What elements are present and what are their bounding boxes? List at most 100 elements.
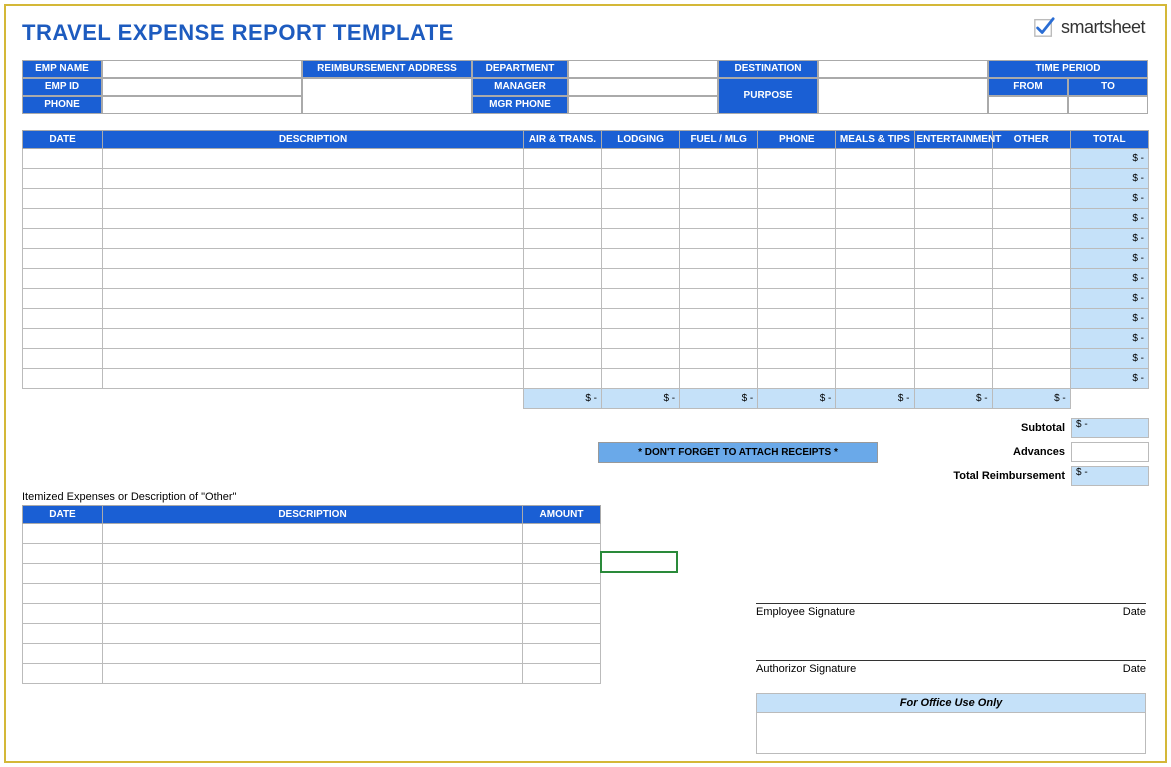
table-cell[interactable] (914, 269, 992, 289)
mgr-phone-value[interactable] (568, 96, 718, 114)
table-cell[interactable] (836, 229, 914, 249)
table-cell[interactable] (103, 229, 524, 249)
table-cell[interactable] (680, 149, 758, 169)
table-cell[interactable] (680, 169, 758, 189)
table-cell[interactable] (523, 564, 601, 584)
table-cell[interactable] (23, 209, 103, 229)
purpose-value[interactable] (818, 78, 988, 114)
table-cell[interactable] (23, 624, 103, 644)
table-cell[interactable] (992, 189, 1070, 209)
table-cell[interactable] (914, 149, 992, 169)
table-cell[interactable] (523, 349, 601, 369)
table-cell[interactable] (992, 169, 1070, 189)
table-cell[interactable] (836, 369, 914, 389)
table-cell[interactable] (680, 309, 758, 329)
table-cell[interactable] (602, 269, 680, 289)
table-cell[interactable] (103, 369, 524, 389)
table-cell[interactable] (992, 309, 1070, 329)
table-cell[interactable] (992, 289, 1070, 309)
table-cell[interactable] (103, 349, 524, 369)
table-cell[interactable] (992, 229, 1070, 249)
table-cell[interactable] (523, 329, 601, 349)
table-cell[interactable] (23, 604, 103, 624)
table-cell[interactable] (758, 369, 836, 389)
table-cell[interactable] (23, 169, 103, 189)
table-cell[interactable] (836, 209, 914, 229)
table-cell[interactable] (23, 289, 103, 309)
advances-value[interactable] (1071, 442, 1149, 462)
office-use-body[interactable] (757, 713, 1145, 753)
table-cell[interactable] (523, 604, 601, 624)
table-cell[interactable] (103, 249, 524, 269)
table-cell[interactable] (523, 209, 601, 229)
table-cell[interactable] (103, 604, 523, 624)
to-value[interactable] (1068, 96, 1148, 114)
table-cell[interactable] (992, 149, 1070, 169)
table-cell[interactable] (992, 349, 1070, 369)
table-cell[interactable] (758, 229, 836, 249)
table-cell[interactable] (103, 149, 524, 169)
table-cell[interactable] (523, 189, 601, 209)
emp-name-value[interactable] (102, 60, 302, 78)
table-cell[interactable] (103, 169, 524, 189)
table-cell[interactable] (758, 349, 836, 369)
table-cell[interactable] (23, 564, 103, 584)
from-value[interactable] (988, 96, 1068, 114)
table-cell[interactable] (836, 189, 914, 209)
table-cell[interactable] (836, 289, 914, 309)
table-cell[interactable] (602, 369, 680, 389)
table-cell[interactable] (523, 544, 601, 564)
table-cell[interactable] (914, 189, 992, 209)
table-cell[interactable] (836, 169, 914, 189)
table-cell[interactable] (602, 249, 680, 269)
table-cell[interactable] (103, 309, 524, 329)
table-cell[interactable] (836, 309, 914, 329)
table-cell[interactable] (103, 329, 524, 349)
table-cell[interactable] (602, 189, 680, 209)
table-cell[interactable] (103, 269, 524, 289)
table-cell[interactable] (23, 269, 103, 289)
table-cell[interactable] (914, 169, 992, 189)
table-cell[interactable] (523, 369, 601, 389)
table-cell[interactable] (523, 664, 601, 684)
table-cell[interactable] (523, 289, 601, 309)
table-cell[interactable] (836, 149, 914, 169)
table-cell[interactable] (914, 349, 992, 369)
table-cell[interactable] (758, 329, 836, 349)
table-cell[interactable] (523, 584, 601, 604)
table-cell[interactable] (103, 209, 524, 229)
table-cell[interactable] (23, 644, 103, 664)
table-cell[interactable] (758, 289, 836, 309)
table-cell[interactable] (103, 189, 524, 209)
table-cell[interactable] (103, 524, 523, 544)
table-cell[interactable] (523, 269, 601, 289)
table-cell[interactable] (23, 524, 103, 544)
table-cell[interactable] (914, 209, 992, 229)
table-cell[interactable] (103, 584, 523, 604)
table-cell[interactable] (602, 169, 680, 189)
table-cell[interactable] (680, 269, 758, 289)
reimb-addr-value[interactable] (302, 78, 472, 114)
table-cell[interactable] (23, 369, 103, 389)
table-cell[interactable] (602, 349, 680, 369)
table-cell[interactable] (758, 209, 836, 229)
table-cell[interactable] (23, 584, 103, 604)
table-cell[interactable] (914, 329, 992, 349)
table-cell[interactable] (680, 229, 758, 249)
table-cell[interactable] (23, 249, 103, 269)
manager-value[interactable] (568, 78, 718, 96)
table-cell[interactable] (914, 369, 992, 389)
table-cell[interactable] (836, 249, 914, 269)
table-cell[interactable] (602, 229, 680, 249)
table-cell[interactable] (602, 209, 680, 229)
table-cell[interactable] (103, 544, 523, 564)
table-cell[interactable] (23, 149, 103, 169)
table-cell[interactable] (23, 329, 103, 349)
table-cell[interactable] (103, 564, 523, 584)
table-cell[interactable] (680, 329, 758, 349)
table-cell[interactable] (602, 149, 680, 169)
table-cell[interactable] (23, 309, 103, 329)
table-cell[interactable] (103, 624, 523, 644)
table-cell[interactable] (523, 149, 601, 169)
table-cell[interactable] (523, 229, 601, 249)
